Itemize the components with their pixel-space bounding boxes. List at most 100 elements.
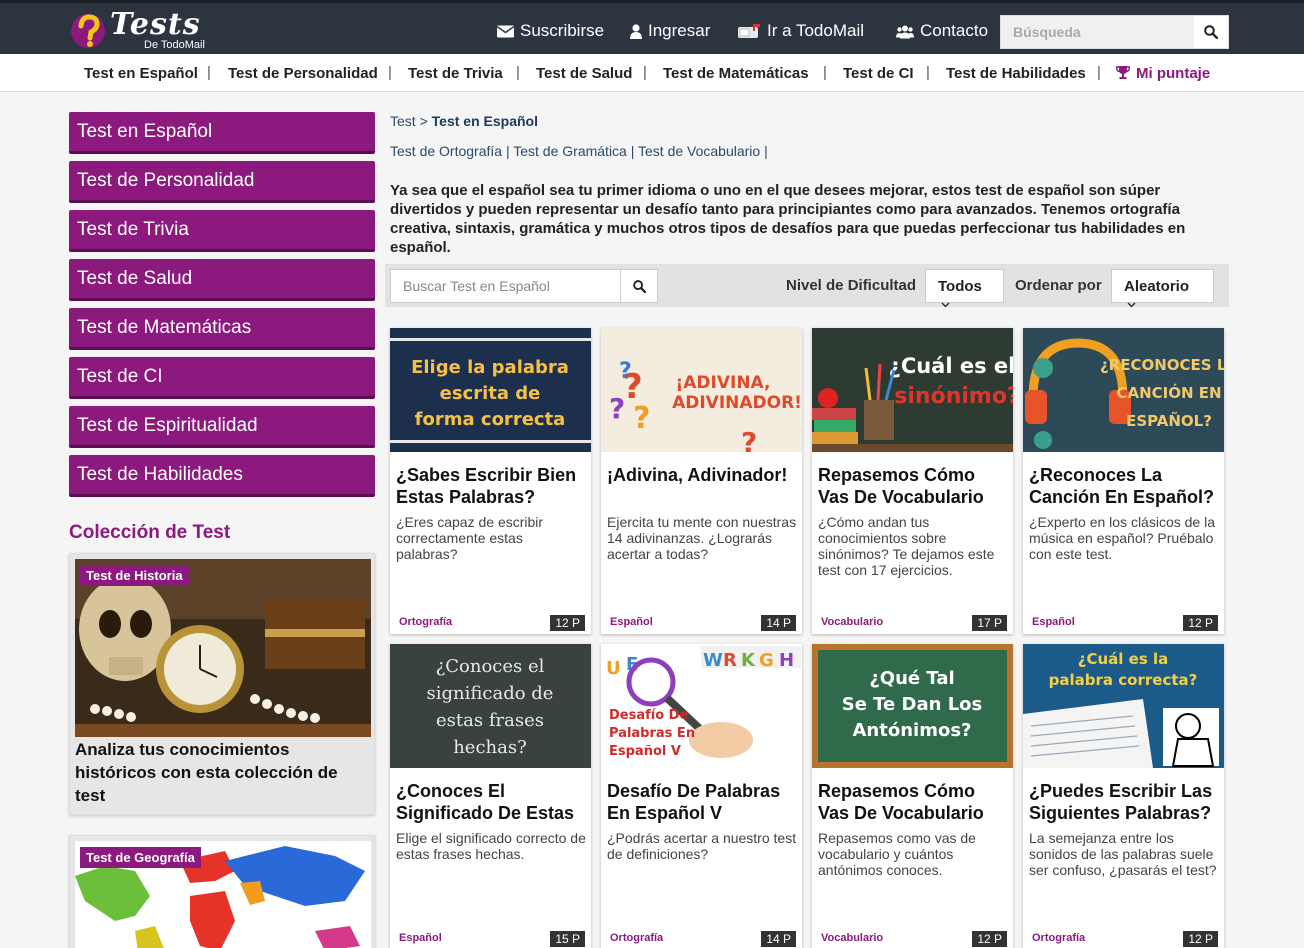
quiz-thumbnail: ¿Conoces el significado de estas frases … — [390, 644, 591, 768]
cat-salud[interactable]: Test de Salud — [536, 65, 632, 82]
nav-todomail[interactable]: Ir a TodoMail — [737, 21, 864, 41]
quiz-tag[interactable]: Vocabulario — [821, 932, 883, 944]
nav-login[interactable]: Ingresar — [630, 21, 710, 41]
svg-text:escrita de: escrita de — [440, 383, 541, 404]
quiz-tag[interactable]: Español — [399, 932, 442, 944]
quiz-description: ¿Cómo andan tus conocimientos sobre sinó… — [818, 514, 995, 578]
sublink-gramatica[interactable]: Test de Gramática — [513, 143, 627, 159]
quiz-tag[interactable]: Vocabulario — [821, 616, 883, 628]
quiz-description: La semejanza entre los sonidos de las pa… — [1029, 830, 1217, 878]
difficulty-label: Nivel de Dificultad — [786, 277, 917, 294]
quiz-tag[interactable]: Español — [610, 616, 653, 628]
collection-card-history[interactable]: Test de Historia Analiza tus conocimient… — [69, 553, 375, 815]
quiz-card[interactable]: ¿Cuál es la palabra correcta? ¿Puedes Es… — [1023, 644, 1224, 948]
quiz-card[interactable]: ¿Qué Tal Se Te Dan Los Antónimos? Repase… — [812, 644, 1013, 948]
sublink-vocabulario[interactable]: Test de Vocabulario — [638, 143, 760, 159]
nav-subscribe[interactable]: Suscribirse — [497, 21, 604, 41]
svg-text:¿Cuál es el: ¿Cuál es el — [889, 354, 1013, 378]
quiz-description: Ejercita tu mente con nuestras 14 adivin… — [607, 514, 797, 562]
svg-text:¿Conoces el: ¿Conoces el — [436, 656, 545, 677]
sidebar-item-salud[interactable]: Test de Salud — [69, 259, 375, 301]
test-search-input[interactable] — [391, 270, 619, 302]
cat-espanol[interactable]: Test en Español — [84, 65, 198, 82]
sublink-ortografia[interactable]: Test de Ortografía — [390, 143, 502, 159]
svg-text:?: ? — [609, 392, 625, 425]
svg-text:forma correcta: forma correcta — [415, 409, 566, 430]
svg-text:sinónimo?: sinónimo? — [894, 384, 1013, 409]
breadcrumb-separator: > — [419, 113, 428, 129]
intro-text: Ya sea que el español sea tu primer idio… — [390, 182, 1186, 256]
quiz-description: ¿Eres capaz de escribir correctamente es… — [396, 514, 544, 562]
quiz-question-count: 12 P — [972, 931, 1007, 947]
brand-sub: De TodoMail — [144, 39, 205, 51]
breadcrumb-root[interactable]: Test — [390, 113, 416, 129]
cat-separator: | — [643, 64, 647, 81]
cat-trivia[interactable]: Test de Trivia — [408, 65, 503, 82]
sidebar-item-personalidad[interactable]: Test de Personalidad — [69, 161, 375, 203]
cat-habilidades[interactable]: Test de Habilidades — [946, 65, 1086, 82]
svg-text:H: H — [779, 650, 794, 671]
quiz-title: ¿Puedes Escribir Las Siguientes Palabras… — [1029, 781, 1213, 823]
cat-separator: | — [207, 64, 211, 81]
quiz-tag[interactable]: Ortografía — [610, 932, 663, 944]
question-logo-icon — [71, 14, 105, 48]
site-logo[interactable]: Tests De TodoMail — [70, 7, 230, 53]
quiz-card[interactable]: ¿Conoces el significado de estas frases … — [390, 644, 591, 948]
sidebar-item-espiritualidad[interactable]: Test de Espiritualidad — [69, 406, 375, 448]
quiz-title: Repasemos Cómo Vas De Vocabulario — [818, 465, 984, 507]
quiz-card[interactable]: ? ? ? ? ¡ADIVINA, ADIVINADOR! ? ¡Adivina… — [601, 328, 802, 634]
cat-separator: | — [1097, 64, 1101, 81]
difficulty-select[interactable]: Todos — [925, 269, 1004, 308]
chevron-down-icon — [941, 302, 950, 308]
cat-matematicas[interactable]: Test de Matemáticas — [663, 65, 809, 82]
quiz-thumbnail: ¿Cuál es la palabra correcta? — [1023, 644, 1224, 768]
quiz-tag[interactable]: Español — [1032, 616, 1075, 628]
site-search-input[interactable] — [1001, 16, 1196, 48]
svg-text:Elige la palabra: Elige la palabra — [411, 357, 569, 378]
quiz-thumbnail: ¿RECONOCES LA CANCIÓN EN ESPAÑOL? — [1023, 328, 1224, 452]
quiz-card[interactable]: Elige la palabra escrita de forma correc… — [390, 328, 591, 634]
quiz-tag[interactable]: Ortografía — [1032, 932, 1085, 944]
cat-separator: | — [823, 64, 827, 81]
collection-tag: Test de Historia — [80, 565, 189, 586]
my-score-label: Mi puntaje — [1136, 65, 1211, 82]
svg-text:¿RECONOCES LA: ¿RECONOCES LA — [1100, 356, 1224, 374]
filter-bar: Nivel de Dificultad Todos Ordenar por Al… — [385, 264, 1229, 308]
quiz-tag[interactable]: Ortografía — [399, 616, 452, 628]
nav-contact[interactable]: Contacto — [896, 21, 988, 41]
quiz-description: ¿Experto en los clásicos de la música en… — [1029, 514, 1215, 562]
sub-category-links: Test de Ortografía | Test de Gramática |… — [390, 143, 768, 159]
trophy-icon — [1115, 66, 1131, 79]
site-search-button[interactable] — [1194, 16, 1228, 48]
test-search-button[interactable] — [620, 270, 657, 302]
svg-text:significado de: significado de — [427, 683, 554, 704]
breadcrumb-current: Test en Español — [431, 113, 538, 129]
quiz-thumbnail: ? ? ? ? ¡ADIVINA, ADIVINADOR! ? — [601, 328, 802, 452]
quiz-card[interactable]: ¿Cuál es el sinónimo? Repasemos Cómo Vas… — [812, 328, 1013, 634]
sidebar-item-habilidades[interactable]: Test de Habilidades — [69, 455, 375, 497]
my-score-link[interactable]: Mi puntaje — [1115, 65, 1211, 82]
svg-text:?: ? — [633, 401, 650, 436]
sidebar-item-espanol[interactable]: Test en Español — [69, 112, 375, 154]
svg-text:Se Te Dan Los: Se Te Dan Los — [842, 694, 983, 715]
cat-personalidad[interactable]: Test de Personalidad — [228, 65, 378, 82]
quiz-question-count: 12 P — [1183, 931, 1218, 947]
collection-title: Colección de Test — [69, 522, 231, 543]
svg-text:¿Cuál es la: ¿Cuál es la — [1078, 650, 1168, 668]
collection-card-geography[interactable]: Test de Geografía — [69, 835, 375, 948]
search-icon — [1204, 25, 1218, 39]
svg-text:ESPAÑOL?: ESPAÑOL? — [1126, 411, 1212, 430]
svg-text:hechas?: hechas? — [453, 737, 527, 758]
svg-text:¡ADIVINA,: ¡ADIVINA, — [676, 373, 771, 393]
svg-text:estas frases: estas frases — [436, 710, 544, 731]
category-bar: Test en Español | Test de Personalidad |… — [0, 54, 1304, 92]
order-select[interactable]: Aleatorio — [1111, 269, 1214, 308]
quiz-card[interactable]: WRKGH UE Desafío De Palabras En Español … — [601, 644, 802, 948]
sidebar-item-matematicas[interactable]: Test de Matemáticas — [69, 308, 375, 350]
quiz-question-count: 12 P — [1183, 615, 1218, 631]
sidebar-item-ci[interactable]: Test de CI — [69, 357, 375, 399]
sidebar-item-trivia[interactable]: Test de Trivia — [69, 210, 375, 252]
cat-ci[interactable]: Test de CI — [843, 65, 914, 82]
quiz-question-count: 15 P — [550, 931, 585, 947]
quiz-card[interactable]: ¿RECONOCES LA CANCIÓN EN ESPAÑOL? ¿Recon… — [1023, 328, 1224, 634]
